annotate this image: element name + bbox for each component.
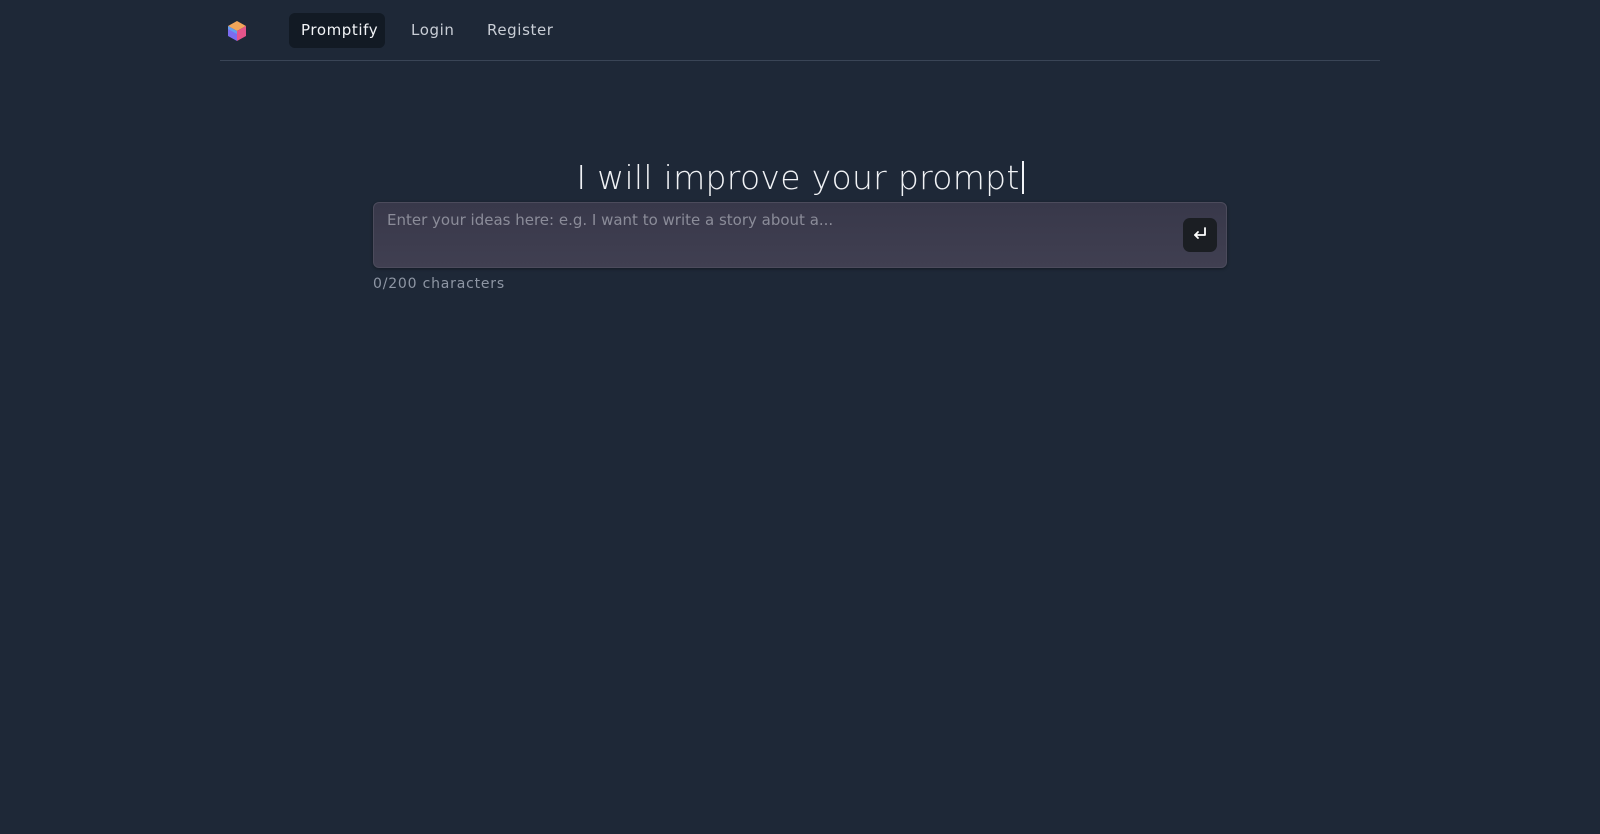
nav-item-promptify[interactable]: Promptify xyxy=(289,13,385,48)
page: Promptify Login Register I will improve … xyxy=(0,0,1600,834)
page-headline: I will improve your prompt xyxy=(0,158,1600,197)
top-navbar: Promptify Login Register xyxy=(220,0,1380,61)
prompt-input[interactable] xyxy=(387,211,1157,255)
prompt-input-box xyxy=(373,202,1227,268)
nav-item-register[interactable]: Register xyxy=(475,13,566,48)
enter-return-icon xyxy=(1191,225,1209,246)
cube-logo-icon[interactable] xyxy=(225,19,249,43)
submit-button[interactable] xyxy=(1183,218,1217,252)
typing-cursor xyxy=(1021,161,1024,195)
character-counter: 0/200 characters xyxy=(373,276,505,292)
nav-item-login[interactable]: Login xyxy=(399,13,466,48)
headline-text: I will improve your prompt xyxy=(576,158,1020,198)
